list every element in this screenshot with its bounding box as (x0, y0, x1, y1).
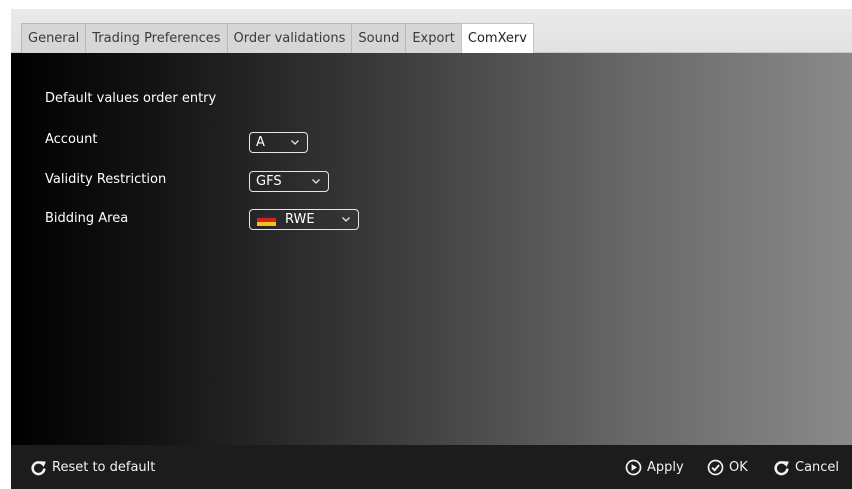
tab-order-validations[interactable]: Order validations (226, 23, 353, 53)
account-value: A (256, 135, 265, 150)
validity-restriction-select[interactable]: GFS (249, 171, 329, 192)
reset-to-default-button[interactable]: Reset to default (30, 445, 155, 489)
settings-window: General Trading Preferences Order valida… (11, 9, 852, 489)
tab-general[interactable]: General (21, 23, 87, 53)
bidding-area-select[interactable]: RWE (249, 209, 359, 230)
tab-content-panel: Default values order entry Account A Val… (11, 53, 852, 445)
tab-comxerv[interactable]: ComXerv (460, 23, 534, 53)
cancel-icon (774, 460, 789, 475)
bidding-area-value: RWE (285, 212, 315, 227)
validity-restriction-value: GFS (256, 174, 282, 189)
reset-icon (31, 460, 46, 475)
play-circle-icon (625, 459, 642, 475)
apply-button[interactable]: Apply (625, 445, 684, 489)
check-circle-icon (707, 459, 724, 475)
dialog-footer: Reset to default Apply OK Cancel (11, 445, 852, 489)
tab-trading-preferences[interactable]: Trading Preferences (85, 23, 228, 53)
apply-label: Apply (647, 459, 684, 475)
tab-export[interactable]: Export (405, 23, 462, 53)
account-label: Account (45, 132, 98, 147)
cancel-button[interactable]: Cancel (773, 445, 839, 489)
section-title: Default values order entry (45, 91, 217, 106)
validity-restriction-label: Validity Restriction (45, 172, 167, 187)
bidding-area-label: Bidding Area (45, 211, 129, 226)
chevron-down-icon (291, 140, 299, 145)
ok-button[interactable]: OK (707, 445, 748, 489)
tab-list: General Trading Preferences Order valida… (21, 23, 534, 53)
reset-to-default-label: Reset to default (52, 459, 156, 475)
chevron-down-icon (312, 179, 320, 184)
cancel-label: Cancel (795, 459, 840, 475)
tab-bar: General Trading Preferences Order valida… (11, 9, 852, 53)
ok-label: OK (729, 459, 748, 475)
tab-sound[interactable]: Sound (351, 23, 407, 53)
germany-flag-icon (257, 213, 276, 226)
account-select[interactable]: A (249, 132, 308, 153)
chevron-down-icon (342, 217, 350, 222)
